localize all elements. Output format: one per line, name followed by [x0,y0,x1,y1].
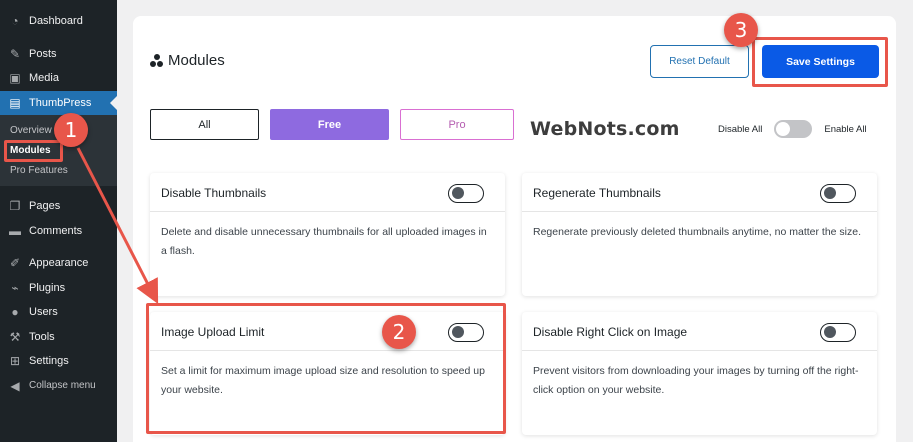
annotation-badge-1: 1 [54,113,88,147]
annotation-badge-3: 3 [724,13,758,47]
annotation-arrow [76,147,159,305]
annotation-badge-2: 2 [382,315,416,349]
